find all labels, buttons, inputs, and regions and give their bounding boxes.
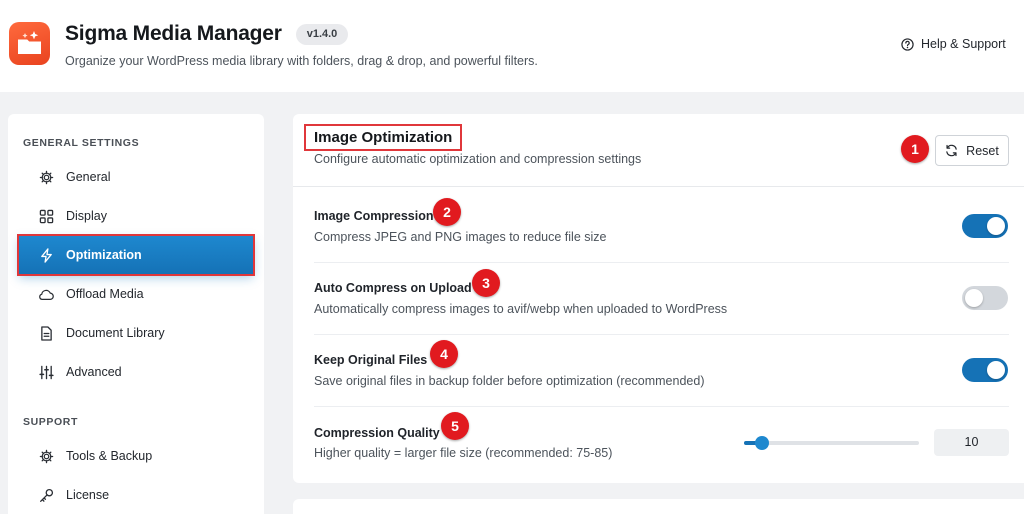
row-divider [314,406,1009,407]
app-logo [9,22,50,65]
sidebar-item-general[interactable]: General [19,158,253,196]
sidebar-item-tools-backup[interactable]: Tools & Backup [19,437,253,475]
toggle-knob [987,217,1005,235]
annotation-badge-5: 5 [441,412,469,440]
grid-icon [38,208,54,224]
next-panel-edge [293,499,1024,514]
sidebar-item-label: Optimization [66,248,142,262]
annotation-badge-2: 2 [433,198,461,226]
sidebar-item-optimization[interactable]: Optimization [17,234,255,276]
gear-icon [38,448,54,464]
keep-original-description: Save original files in backup folder bef… [314,374,705,388]
annotation-badge-1: 1 [901,135,929,163]
reset-label: Reset [966,143,999,158]
panel-header-divider [293,186,1024,187]
keep-original-toggle[interactable] [962,358,1008,382]
image-compression-label: Image Compression [314,209,434,223]
panel-title: Image Optimization [314,129,453,146]
annotation-badge-3: 3 [472,269,500,297]
toggle-knob [965,289,983,307]
general-settings-heading: GENERAL SETTINGS [23,137,140,149]
sidebar-item-label: Tools & Backup [66,449,153,463]
version-badge: v1.4.0 [296,24,348,45]
support-heading: SUPPORT [23,416,78,428]
app-subtitle: Organize your WordPress media library wi… [65,54,538,68]
panel-title-highlight: Image Optimization [304,124,463,151]
app-title: Sigma Media Manager [65,22,282,45]
compression-quality-description: Higher quality = larger file size (recom… [314,446,613,460]
sidebar-item-label: Offload Media [66,287,144,301]
settings-sidebar: GENERAL SETTINGS General Display Optimiz… [8,114,264,514]
folder-sparkle-icon [18,31,41,54]
image-compression-toggle[interactable] [962,214,1008,238]
sidebar-item-advanced[interactable]: Advanced [19,353,253,391]
sidebar-item-license[interactable]: License [19,476,253,514]
auto-compress-label: Auto Compress on Upload [314,281,472,295]
row-divider [314,262,1009,263]
optimization-settings-panel: Image Optimization Configure automatic o… [293,114,1024,483]
reset-button[interactable]: Reset [935,135,1009,166]
slider-thumb[interactable] [754,436,769,450]
compression-quality-label: Compression Quality [314,426,440,440]
sidebar-item-display[interactable]: Display [19,197,253,235]
help-support-label: Help & Support [921,37,1006,51]
document-icon [38,325,54,341]
panel-description: Configure automatic optimization and com… [314,152,642,166]
sidebar-item-label: Display [66,209,107,223]
compression-quality-value[interactable]: 10 [934,429,1009,456]
question-circle-icon [901,37,914,51]
cloud-icon [38,286,54,302]
help-support-link[interactable]: Help & Support [901,37,1006,51]
auto-compress-description: Automatically compress images to avif/we… [314,302,728,316]
app-header: Sigma Media Manager v1.4.0 Organize your… [0,0,1024,92]
toggle-knob [987,361,1005,379]
sidebar-item-document-library[interactable]: Document Library [19,314,253,352]
lightning-icon [38,247,54,263]
sidebar-item-label: Document Library [66,326,165,340]
compression-quality-slider[interactable] [744,436,919,450]
sliders-icon [38,364,54,380]
image-compression-description: Compress JPEG and PNG images to reduce f… [314,230,607,244]
key-icon [38,487,54,503]
sidebar-item-offload-media[interactable]: Offload Media [19,275,253,313]
refresh-icon [946,144,957,157]
keep-original-label: Keep Original Files [314,353,428,367]
row-divider [314,334,1009,335]
sidebar-item-label: License [66,488,110,502]
annotation-badge-4: 4 [430,340,458,368]
auto-compress-toggle[interactable] [962,286,1008,310]
sidebar-item-label: Advanced [66,365,122,379]
sidebar-item-label: General [66,170,111,184]
gear-icon [38,169,54,185]
